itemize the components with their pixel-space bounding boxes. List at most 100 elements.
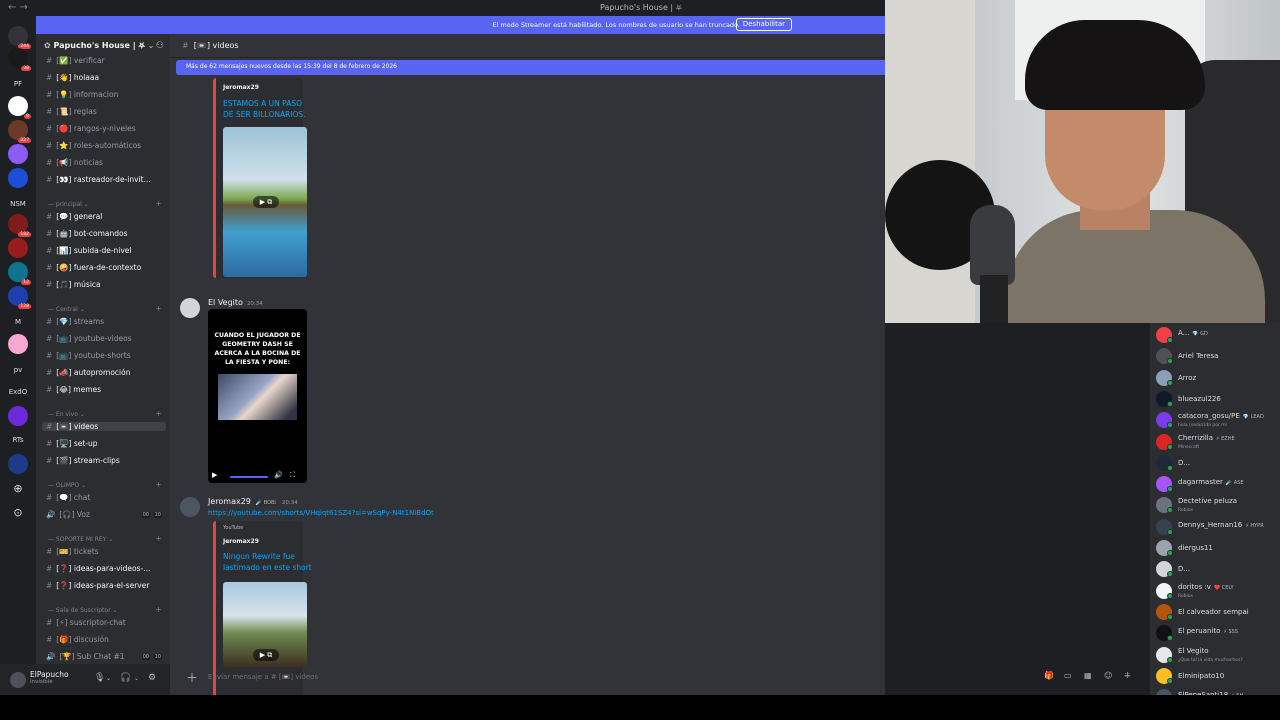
channel-item[interactable]: # [🎵] música bbox=[46, 280, 101, 289]
server-icon[interactable]: M bbox=[0, 318, 36, 326]
server-icon[interactable]: PF bbox=[0, 80, 36, 88]
channel-item[interactable]: # [📼] videos bbox=[42, 422, 166, 431]
member-item[interactable]: catacora_gosu/PE 💎 LEAD hola (seducida por… bbox=[1156, 411, 1280, 429]
server-icon[interactable]: pv bbox=[0, 366, 36, 374]
channel-item[interactable]: # [📺] youtube-shorts bbox=[46, 351, 131, 360]
category-header[interactable]: — principal ⌄ bbox=[48, 201, 89, 208]
server-icon[interactable]: 8 bbox=[8, 96, 31, 119]
channel-item[interactable]: # [⭐] roles-automáticos bbox=[46, 141, 141, 150]
channel-item[interactable]: # [✅] verificar bbox=[46, 56, 105, 65]
server-icon[interactable] bbox=[8, 238, 28, 258]
member-item[interactable]: diergus11 bbox=[1156, 539, 1280, 557]
server-icon[interactable] bbox=[8, 334, 28, 354]
member-item[interactable]: ElPepeSanti18⚡ SH bbox=[1156, 688, 1280, 695]
add-channel-icon[interactable]: + bbox=[155, 304, 162, 313]
member-item[interactable]: El Vegito ¿Que tal la vida muchachos? bbox=[1156, 646, 1280, 664]
server-icon[interactable] bbox=[8, 144, 28, 164]
avatar[interactable] bbox=[180, 497, 200, 517]
channel-item[interactable]: # [👀] rastreador-de-invit... bbox=[46, 175, 151, 184]
fullscreen-icon[interactable]: ⛶ bbox=[290, 471, 295, 480]
channel-item[interactable]: # [❓] ideas-para-videos-... bbox=[46, 564, 150, 573]
member-item[interactable]: Arroz bbox=[1156, 369, 1280, 387]
member-item[interactable]: D... bbox=[1156, 454, 1280, 472]
embed-title[interactable]: Ningun Rewrite fue lastimado en este sho… bbox=[223, 551, 313, 573]
gift-icon[interactable]: 🎁 bbox=[1044, 671, 1054, 680]
nav-arrows[interactable]: ← → bbox=[8, 2, 28, 13]
member-item[interactable]: El calveador sempai bbox=[1156, 603, 1280, 621]
category-header[interactable]: — SOPORTE MI REY ⌄ bbox=[48, 536, 113, 543]
gear-icon[interactable]: ⚙ bbox=[148, 673, 156, 683]
channel-item[interactable]: # [🗨️] chat bbox=[46, 493, 90, 502]
emoji-icon[interactable]: ☺ bbox=[1104, 671, 1112, 680]
volume-icon[interactable]: 🔊 bbox=[274, 471, 283, 479]
category-header[interactable]: — OLIMPO ⌄ bbox=[48, 482, 86, 489]
embed-author[interactable]: Jeromax29 bbox=[223, 84, 259, 91]
member-item[interactable]: blueazul226 bbox=[1156, 390, 1280, 408]
server-icon[interactable]: 182 bbox=[8, 214, 31, 237]
avatar[interactable] bbox=[10, 672, 26, 688]
server-icon[interactable]: 38 bbox=[8, 48, 31, 71]
server-icon[interactable]: NSM bbox=[0, 200, 36, 208]
server-name[interactable]: ✿ Papucho's House | ⛧ ⌄ bbox=[44, 41, 154, 51]
sticker-icon[interactable]: ▦ bbox=[1084, 671, 1092, 680]
category-header[interactable]: — En vivo ⌄ bbox=[48, 411, 85, 418]
channel-item[interactable]: # [🤖] bot-comandos bbox=[46, 229, 128, 238]
add-channel-icon[interactable]: + bbox=[155, 605, 162, 614]
play-icon[interactable]: ▶ ⧉ bbox=[253, 196, 279, 208]
apps-icon[interactable]: ⁜ bbox=[1124, 671, 1131, 680]
channel-item[interactable]: # [📣] autopromoción bbox=[46, 368, 130, 377]
channel-item[interactable]: # [💎] streams bbox=[46, 317, 104, 326]
channel-item[interactable]: # [⚡] suscriptor-chat bbox=[46, 618, 126, 627]
headphones-icon[interactable]: 🎧 bbox=[120, 673, 131, 683]
channel-item[interactable]: # [👋] holaaa bbox=[46, 73, 99, 82]
server-icon[interactable]: ExdO bbox=[0, 388, 36, 396]
message-author[interactable]: Jeromax29 ☄️ BOBI 20:34 bbox=[208, 497, 298, 506]
add-channel-icon[interactable]: + bbox=[155, 199, 162, 208]
channel-item[interactable]: 🔊 [🏆] Sub Chat #1 bbox=[46, 652, 125, 661]
message-author[interactable]: El Vegito 20:34 bbox=[208, 298, 263, 307]
message-composer[interactable]: ＋ Enviar mensaje a # [📼] videos 🎁 ▭ ▦ ☺ … bbox=[176, 666, 1146, 690]
member-item[interactable]: El peruanito ⚡ SSS bbox=[1156, 624, 1280, 642]
gif-icon[interactable]: ▭ bbox=[1064, 671, 1072, 680]
discover-icon[interactable]: ⊙ bbox=[0, 506, 36, 519]
channel-item[interactable]: # [📊] subida-de-nivel bbox=[46, 246, 132, 255]
member-item[interactable]: D... bbox=[1156, 560, 1280, 578]
avatar[interactable] bbox=[180, 298, 200, 318]
embed-author[interactable]: Jeromax29 bbox=[223, 538, 259, 545]
server-icon[interactable] bbox=[8, 406, 28, 426]
channel-item[interactable]: # [💬] general bbox=[46, 212, 102, 221]
channel-item[interactable]: # [😂] memes bbox=[46, 385, 101, 394]
chevron-down-icon[interactable]: ⌄ bbox=[106, 675, 111, 682]
play-icon[interactable]: ▶ ⧉ bbox=[253, 649, 279, 661]
play-icon[interactable]: ▶ bbox=[212, 471, 217, 479]
add-channel-icon[interactable]: + bbox=[155, 480, 162, 489]
server-icon[interactable]: 244 bbox=[8, 26, 31, 49]
channel-item[interactable]: 🔊 [🎧] Voz bbox=[46, 510, 90, 519]
channel-item[interactable]: # [📜] reglas bbox=[46, 107, 97, 116]
channel-item[interactable]: # [🤪] fuera-de-contexto bbox=[46, 263, 141, 272]
new-messages-bar[interactable]: Más de 62 mensajes nuevos desde las 15:3… bbox=[176, 60, 885, 75]
member-item[interactable]: Dectetive peluza Roblox bbox=[1156, 496, 1280, 514]
member-item[interactable]: dagarmaster ☄️ ASE bbox=[1156, 475, 1280, 493]
member-item[interactable]: Elminipato10 bbox=[1156, 667, 1280, 685]
add-attachment-icon[interactable]: ＋ bbox=[186, 669, 198, 686]
channel-item[interactable]: # [🎁] discusión bbox=[46, 635, 109, 644]
video-thumbnail[interactable]: ▶ ⧉ bbox=[223, 582, 307, 667]
add-channel-icon[interactable]: + bbox=[155, 534, 162, 543]
disable-streamer-button[interactable]: Deshabilitar bbox=[735, 18, 792, 31]
message-link[interactable]: https://youtube.com/shorts/VHqiqt61SZ4?s… bbox=[208, 509, 434, 517]
volume-slider[interactable] bbox=[230, 476, 268, 478]
channel-item[interactable]: # [💡] informacion bbox=[46, 90, 118, 99]
add-member-icon[interactable]: ⚇ bbox=[156, 41, 164, 51]
category-header[interactable]: — Central ⌄ bbox=[48, 306, 85, 313]
member-item[interactable]: Cherrizilla ⚡ EZHE Minecraft bbox=[1156, 433, 1280, 451]
embed-title[interactable]: ESTAMOS A UN PASO DE SER BILLONARIOS. bbox=[223, 98, 313, 120]
member-item[interactable]: Dennys_Hernan16 ⚡ HYPR bbox=[1156, 518, 1280, 536]
server-icon[interactable] bbox=[8, 454, 28, 474]
composer-placeholder[interactable]: Enviar mensaje a # [📼] videos bbox=[208, 673, 318, 681]
server-icon[interactable] bbox=[8, 168, 28, 188]
channel-item[interactable]: # [❓] ideas-para-el-server bbox=[46, 581, 149, 590]
channel-item[interactable]: # [📺] youtube-videos bbox=[46, 334, 132, 343]
channel-item[interactable]: # [🖥️] set-up bbox=[46, 439, 98, 448]
server-icon[interactable]: 12 bbox=[8, 262, 31, 285]
